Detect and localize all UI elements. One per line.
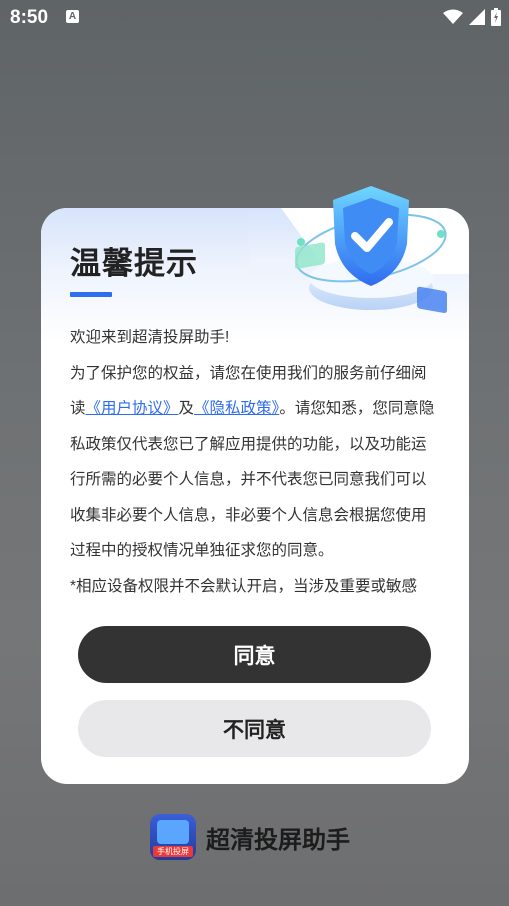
privacy-paragraph: 为了保护您的权益，请您在使用我们的服务前仔细阅读《用户协议》及《隐私政策》。请您… — [70, 356, 436, 569]
privacy-dialog: 温馨提示 欢迎来到超清投屏助手! 为了保护您的权益，请您在使用我们的服务前仔细阅… — [41, 186, 469, 784]
disagree-button[interactable]: 不同意 — [78, 700, 431, 757]
privacy-text-b: 。请您知悉，您同意隐私政策仅代表您已了解应用提供的功能，以及功能运行所需的必要个… — [70, 400, 435, 559]
app-name: 超清投屏助手 — [206, 826, 350, 854]
a-icon: A — [66, 10, 79, 23]
app-branding: 手机投屏 超清投屏助手 — [150, 814, 350, 860]
screen-cast-icon — [157, 820, 189, 844]
app-icon-tag: 手机投屏 — [153, 846, 193, 857]
shield-check-icon — [295, 186, 447, 314]
dialog-body: 欢迎来到超清投屏助手! 为了保护您的权益，请您在使用我们的服务前仔细阅读《用户协… — [70, 320, 436, 604]
status-bar: 8:50 A — [0, 0, 509, 34]
and-text: 及 — [178, 400, 195, 417]
status-time: 8:50 — [10, 7, 49, 28]
signal-icon — [469, 9, 485, 25]
privacy-policy-link[interactable]: 《隐私政策》 — [194, 400, 279, 417]
battery-charging-icon — [491, 8, 501, 26]
title-underline — [70, 292, 112, 297]
status-icons — [443, 8, 501, 26]
welcome-text: 欢迎来到超清投屏助手! — [70, 329, 230, 346]
app-icon: 手机投屏 — [150, 814, 196, 860]
user-agreement-link[interactable]: 《用户协议》 — [86, 400, 179, 417]
agree-button[interactable]: 同意 — [78, 626, 431, 683]
dialog-title: 温馨提示 — [70, 246, 198, 281]
wifi-icon — [443, 9, 463, 24]
permission-notice: *相应设备权限并不会默认开启，当涉及重要或敏感 — [70, 577, 418, 595]
